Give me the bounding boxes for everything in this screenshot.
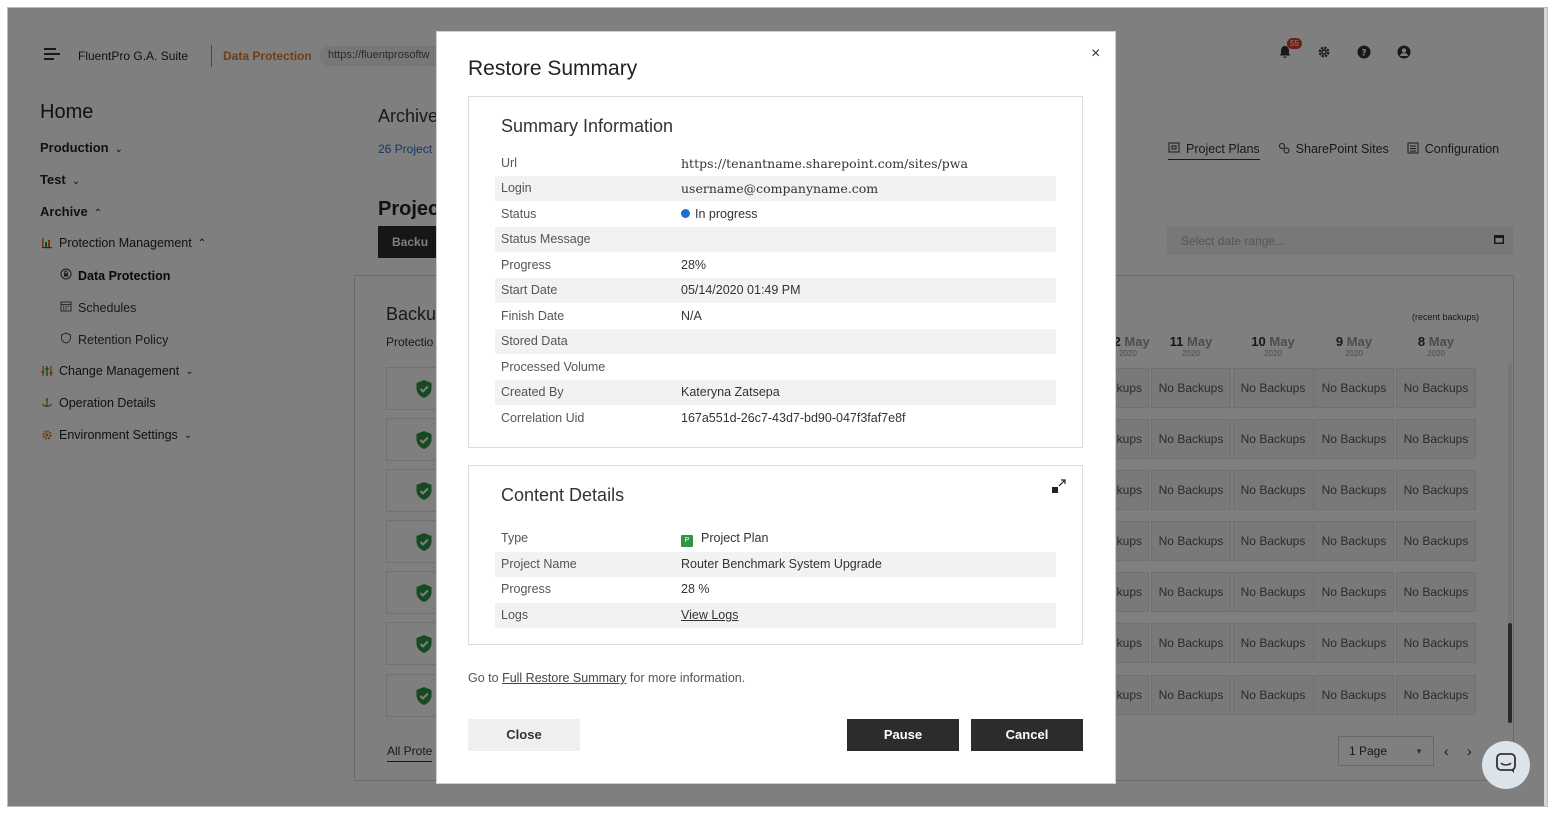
summary-row: Processed Volume	[495, 355, 1056, 380]
content-key: Logs	[501, 608, 529, 622]
summary-row: Start Date 05/14/2020 01:49 PM	[495, 278, 1056, 303]
content-details-card: Content Details Type P Project Plan Project…	[468, 465, 1083, 645]
summary-key: Processed Volume	[501, 360, 606, 374]
summary-value-wrap: In progress	[681, 207, 758, 221]
summary-row: Finish Date N/A	[495, 304, 1056, 329]
chat-button[interactable]	[1482, 741, 1530, 789]
summary-value: https://tenantname.sharepoint.com/sites/…	[681, 156, 968, 171]
summary-row: Url https://tenantname.sharepoint.com/sit…	[495, 151, 1056, 176]
summary-key: Login	[501, 181, 532, 195]
chat-icon	[1495, 752, 1517, 779]
summary-row: Stored Data	[495, 329, 1056, 354]
summary-key: Correlation Uid	[501, 411, 585, 425]
summary-value: 05/14/2020 01:49 PM	[681, 283, 801, 297]
summary-value: Kateryna Zatsepa	[681, 385, 780, 399]
summary-row: Login username@companyname.com	[495, 176, 1056, 201]
expand-icon[interactable]	[1051, 478, 1067, 494]
content-key: Project Name	[501, 557, 577, 571]
content-row: Logs View Logs	[495, 603, 1056, 628]
card-title: Content Details	[501, 485, 625, 505]
project-plan-icon: P	[681, 535, 693, 547]
cancel-button[interactable]: Cancel	[971, 719, 1083, 751]
modal-title: Restore Summary	[468, 57, 638, 80]
content-value: Router Benchmark System Upgrade	[681, 557, 882, 571]
close-icon[interactable]: ×	[1091, 45, 1100, 63]
restore-summary-modal: Restore Summary × Summary Information Ur…	[436, 31, 1116, 784]
browser-frame: FluentPro G.A. Suite Data Protection htt…	[7, 7, 1548, 807]
summary-value: N/A	[681, 309, 702, 323]
content-key: Type	[501, 531, 529, 545]
content-row: Progress 28 %	[495, 577, 1056, 602]
summary-key: Progress	[501, 258, 552, 272]
card-title: Summary Information	[501, 116, 674, 136]
page-scrollbar[interactable]	[1544, 8, 1547, 806]
summary-row: Status In progress	[495, 202, 1056, 227]
content-value: Project Plan	[701, 531, 769, 545]
goto-suffix: for more information.	[629, 671, 746, 685]
goto-text: Go to Full Restore Summary for more info…	[468, 671, 745, 685]
content-value: 28 %	[681, 582, 710, 596]
summary-information-card: Summary Information Url https://tenantnam…	[468, 96, 1083, 448]
summary-key: Status Message	[501, 232, 591, 246]
full-restore-summary-link[interactable]: Full Restore Summary	[502, 671, 626, 685]
summary-key: Finish Date	[501, 309, 565, 323]
summary-key: Start Date	[501, 283, 558, 297]
summary-row: Correlation Uid 167a551d-26c7-43d7-bd90-0…	[495, 406, 1056, 431]
content-row: Type P Project Plan	[495, 526, 1056, 551]
pause-button[interactable]: Pause	[847, 719, 959, 751]
close-button[interactable]: Close	[468, 719, 580, 751]
goto-prefix: Go to	[468, 671, 499, 685]
view-logs-link[interactable]: View Logs	[681, 608, 738, 622]
summary-row: Created By Kateryna Zatsepa	[495, 380, 1056, 405]
summary-row: Status Message	[495, 227, 1056, 252]
summary-value: In progress	[695, 207, 758, 221]
summary-key: Created By	[501, 385, 564, 399]
summary-key: Url	[501, 156, 517, 170]
content-row: Project Name Router Benchmark System Upgr…	[495, 552, 1056, 577]
summary-value: 167a551d-26c7-43d7-bd90-047f3faf7e8f	[681, 411, 906, 425]
status-dot-icon	[681, 209, 690, 218]
summary-key: Status	[501, 207, 537, 221]
summary-key: Stored Data	[501, 334, 568, 348]
summary-value: username@companyname.com	[681, 181, 879, 196]
summary-value: 28%	[681, 258, 707, 272]
summary-row: Progress 28%	[495, 253, 1056, 278]
content-key: Progress	[501, 582, 552, 596]
app: FluentPro G.A. Suite Data Protection htt…	[8, 8, 1547, 806]
content-value-wrap: P Project Plan	[681, 531, 768, 547]
